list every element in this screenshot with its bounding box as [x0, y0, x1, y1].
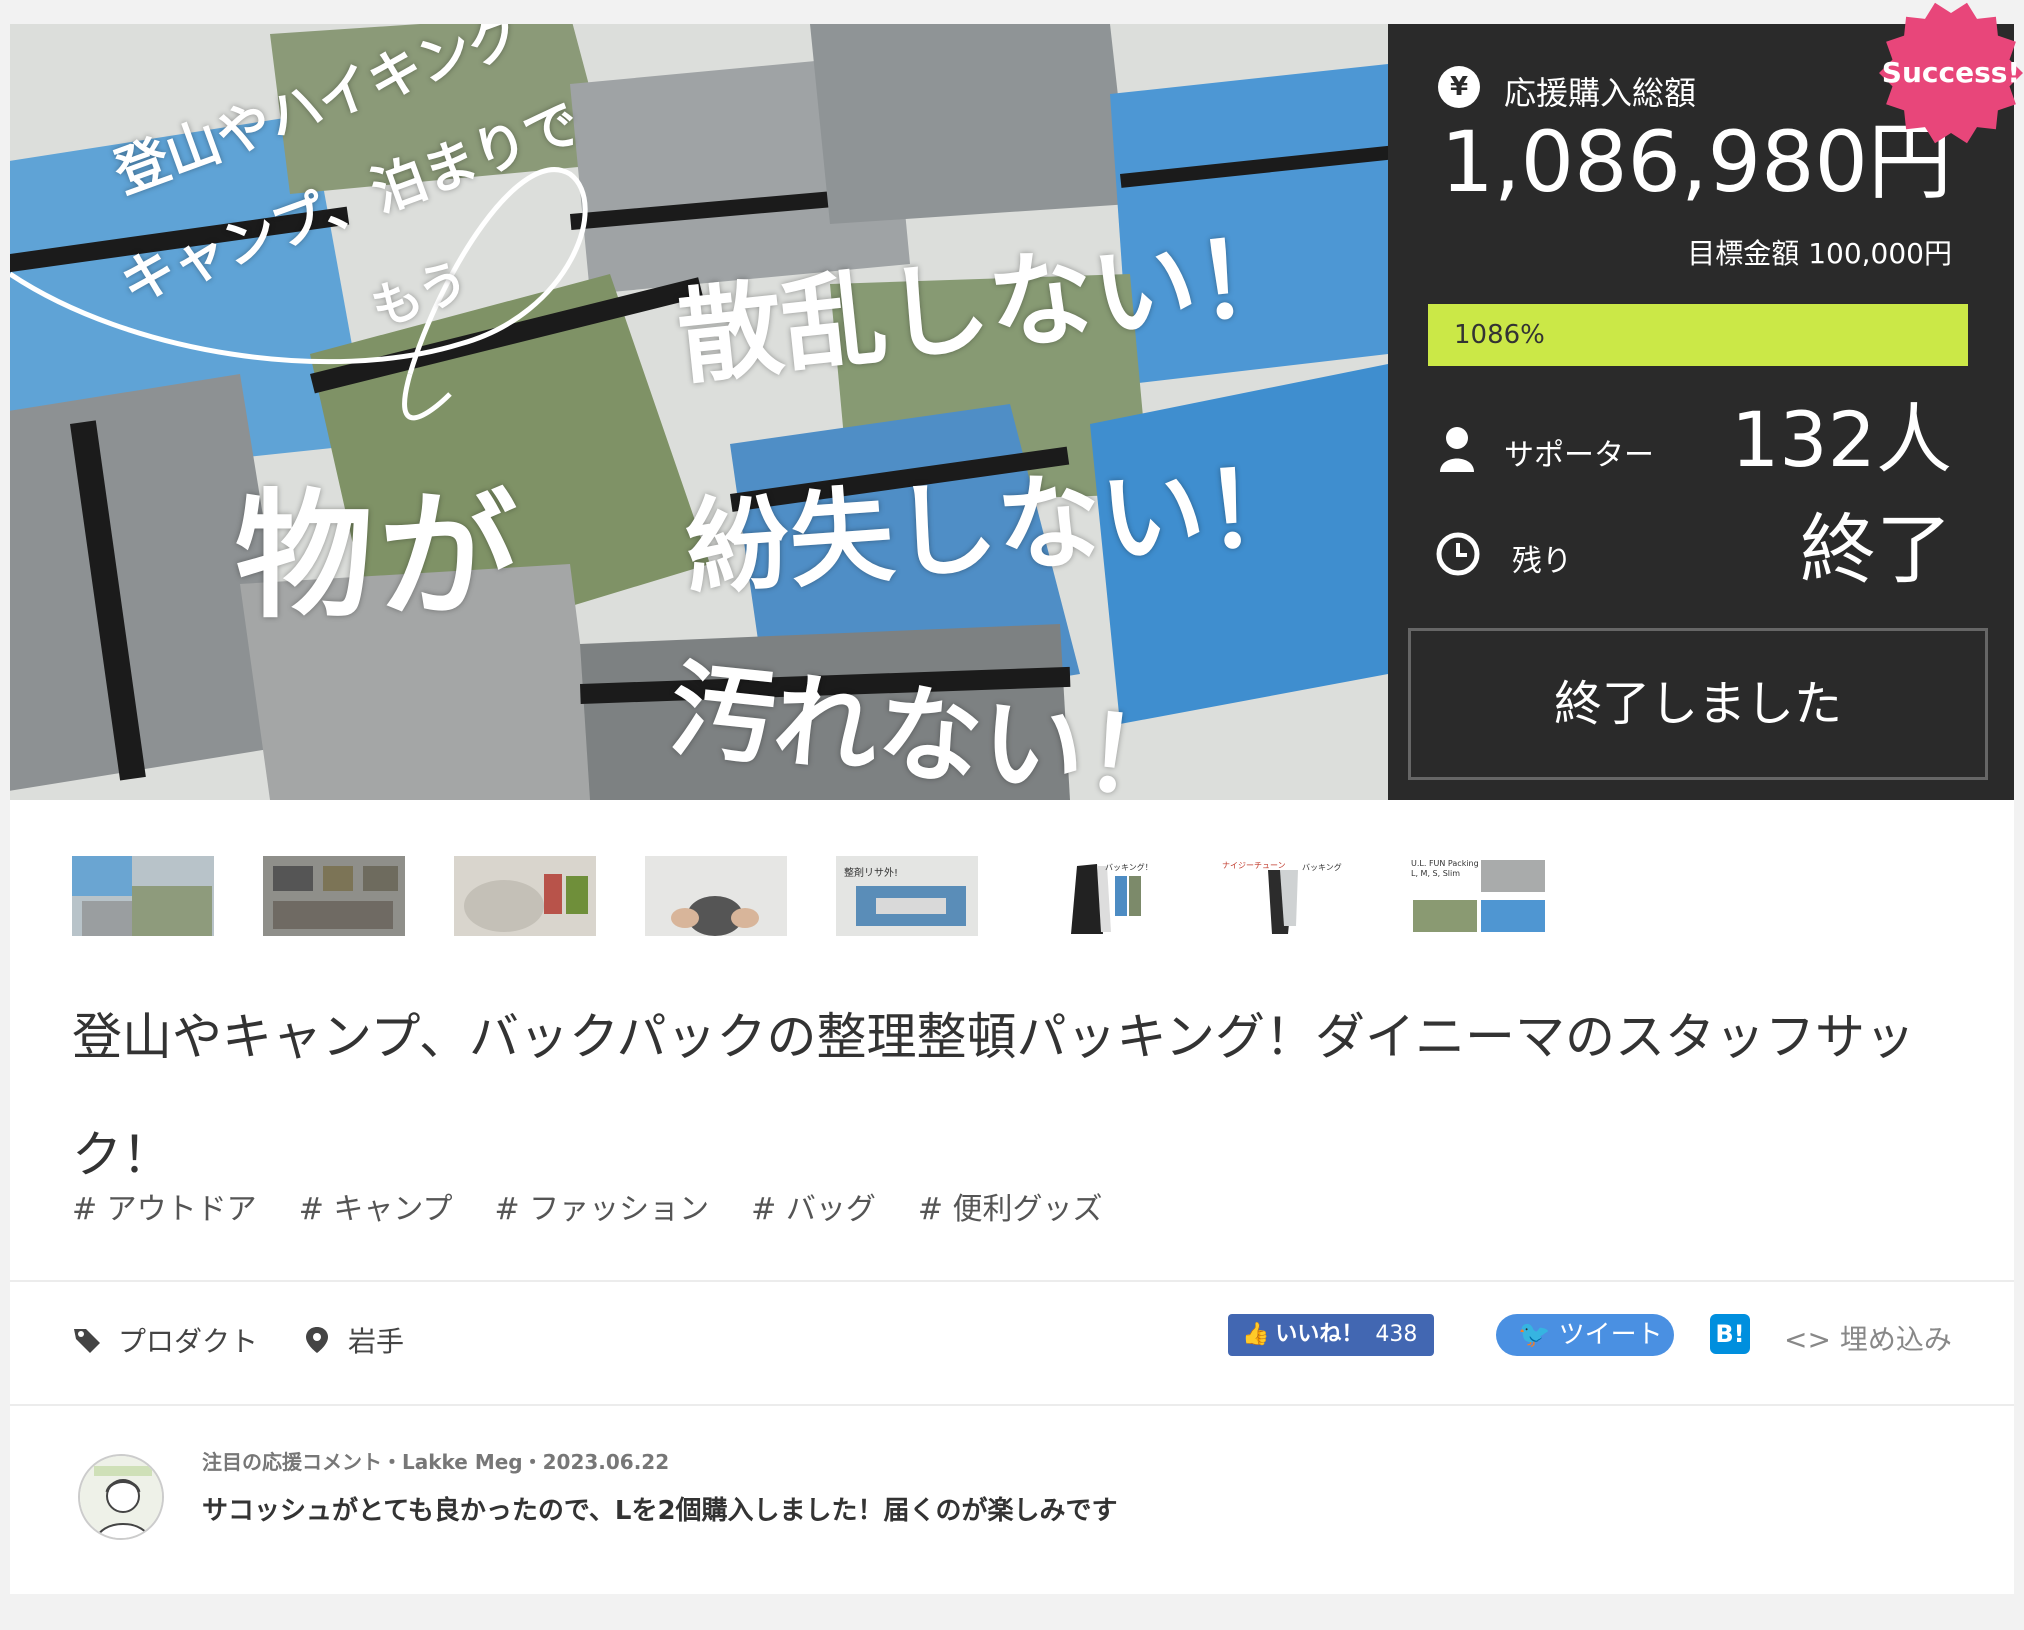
avatar[interactable]	[78, 1454, 164, 1540]
thumbs-up-icon: 👍	[1242, 1322, 1270, 1347]
remaining-value: 終了	[1800, 505, 1952, 594]
tag-outdoor[interactable]: # アウトドア	[72, 1184, 257, 1228]
thumbnail-6[interactable]: バッキング！	[1027, 856, 1169, 936]
thumbnail-8-caption2: L, M, S, Slim	[1411, 869, 1460, 878]
divider-top	[10, 1280, 2014, 1282]
thumbnail-3-image	[454, 856, 596, 936]
success-badge-label: Success!	[1881, 56, 2021, 89]
total-label: 応援購入総額	[1504, 74, 1697, 112]
thumbnail-7[interactable]: ナイジーチューン バッキング	[1218, 856, 1360, 936]
total-amount: 1,086,980円	[1440, 113, 1952, 211]
location-pin-icon	[306, 1327, 329, 1353]
tag-camp[interactable]: # キャンプ	[299, 1184, 453, 1228]
avatar-illustration	[80, 1456, 162, 1538]
thumbnail-6-image: バッキング！	[1027, 856, 1169, 936]
thumbnail-strip: 整剤リサ外! バッキング！ ナイジーチューン バッキング U.L. FUN Pa…	[72, 856, 1600, 936]
goal-amount: 目標金額 100,000円	[1687, 237, 1952, 270]
tag-goods[interactable]: # 便利グッズ	[918, 1184, 1103, 1228]
like-label: いいね！	[1275, 1322, 1364, 1347]
thumbnail-1-image	[72, 856, 214, 936]
person-icon	[1440, 427, 1474, 472]
progress-bar: 1086%	[1428, 304, 1968, 366]
tag-fashion[interactable]: # ファッション	[494, 1184, 709, 1228]
remaining-label: 残り	[1512, 544, 1572, 579]
location-link[interactable]: 岩手	[348, 1320, 404, 1360]
comment-text: サコッシュがとても良かったので、Lを2個購入しました！届くのが楽しみです	[202, 1496, 1118, 1526]
meta-row: プロダクト 岩手	[72, 1320, 448, 1360]
tag-list: # アウトドア # キャンプ # ファッション # バッグ # 便利グッズ	[72, 1184, 1145, 1228]
category-link[interactable]: プロダクト	[118, 1320, 258, 1360]
thumbnail-4[interactable]	[645, 856, 787, 936]
tweet-button[interactable]: 🐦 ツイート	[1496, 1314, 1674, 1356]
bag-grey-top2	[810, 24, 1130, 224]
like-count: 438	[1375, 1322, 1418, 1347]
embed-label: 埋め込み	[1839, 1323, 1952, 1356]
supporters-count: 132人	[1730, 395, 1952, 484]
thumbnail-8-image: U.L. FUN Packing L, M, S, Slim	[1409, 856, 1551, 936]
embed-button[interactable]: <> 埋め込み	[1784, 1318, 1952, 1358]
divider-bottom	[10, 1404, 2014, 1406]
ended-button[interactable]: 終了しました	[1408, 628, 1988, 780]
code-icon: <>	[1784, 1323, 1831, 1356]
thumbnail-3[interactable]	[454, 856, 596, 936]
hatena-bookmark-button[interactable]: B!	[1710, 1314, 1750, 1354]
comment-meta: 注目の応援コメント・Lakke Meg・2023.06.22	[202, 1450, 670, 1474]
thumbnail-6-caption: バッキング！	[1105, 862, 1153, 872]
thumbnail-5[interactable]: 整剤リサ外!	[836, 856, 978, 936]
tag-bag[interactable]: # バッグ	[751, 1184, 876, 1228]
tag-icon	[74, 1329, 100, 1353]
thumbnail-8[interactable]: U.L. FUN Packing L, M, S, Slim	[1409, 856, 1551, 936]
thumbnail-7-caption2: バッキング	[1302, 862, 1342, 872]
success-badge: Success!	[1878, 0, 2024, 146]
supporters-label: サポーター	[1504, 438, 1654, 473]
thumbnail-2[interactable]	[263, 856, 405, 936]
thumbnail-5-image: 整剤リサ外!	[836, 856, 978, 936]
progress-text: 1086%	[1454, 320, 1545, 350]
facebook-like-button[interactable]: 👍 いいね！ 438	[1228, 1314, 1434, 1356]
twitter-bird-icon: 🐦	[1518, 1320, 1551, 1350]
thumbnail-7-image: ナイジーチューン バッキング	[1218, 856, 1360, 936]
thumbnail-1[interactable]	[72, 856, 214, 936]
thumbnail-8-caption: U.L. FUN Packing	[1411, 859, 1479, 868]
tweet-label: ツイート	[1558, 1320, 1663, 1350]
thumbnail-2-image	[263, 856, 405, 936]
hero-image[interactable]: 登山やハイキング キャンプ、泊まりで もう 物が 散乱しない！ 紛失しない！ 汚…	[10, 24, 1388, 800]
project-card: 登山やハイキング キャンプ、泊まりで もう 物が 散乱しない！ 紛失しない！ 汚…	[10, 2, 2023, 1594]
project-title: 登山やキャンプ、バックパックの整理整頓パッキング！ダイニーマのスタッフサック！	[72, 1008, 1915, 1184]
clock-icon	[1436, 532, 1480, 576]
thumbnail-5-caption: 整剤リサ外!	[844, 866, 898, 879]
hero-text-line4: 物が	[235, 476, 524, 637]
yen-icon: ¥	[1438, 66, 1480, 108]
thumbnail-7-caption: ナイジーチューン	[1222, 861, 1286, 870]
thumbnail-4-image	[645, 856, 787, 936]
